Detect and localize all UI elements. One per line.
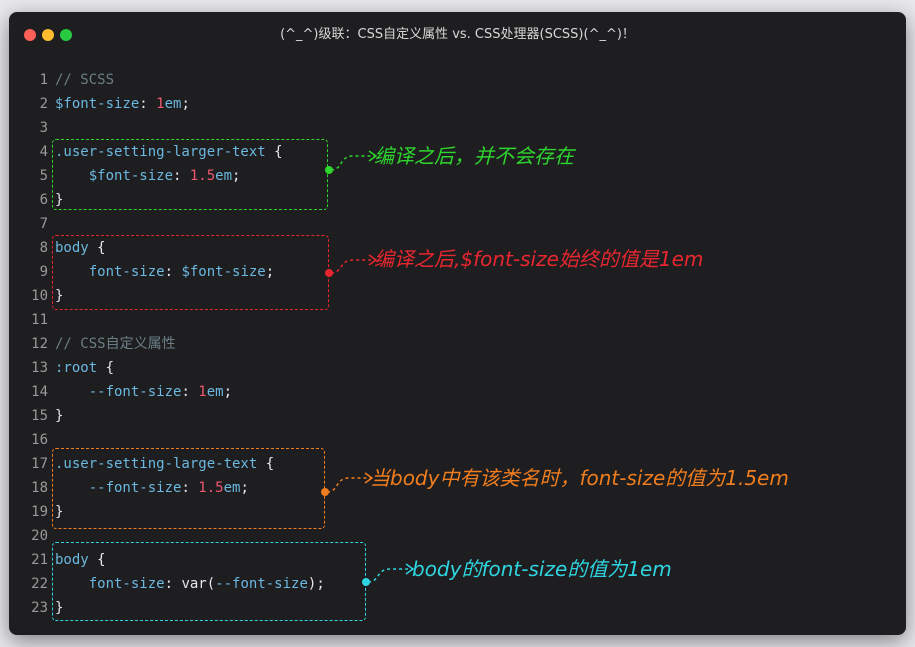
annotation-box-scss-body xyxy=(52,235,329,310)
line-number: 21 xyxy=(31,552,48,568)
line-number: 3 xyxy=(39,120,48,136)
code-text: // SCSS xyxy=(55,68,114,92)
line-number: 11 xyxy=(31,312,48,328)
title-bar: (^_^)级联：CSS自定义属性 vs. CSS处理器(SCSS)(^_^)！ xyxy=(9,12,906,58)
code-token: // SCSS xyxy=(55,72,115,88)
line-number: 19 xyxy=(31,504,48,520)
line-number: 17 xyxy=(31,456,48,472)
code-token: $font-size xyxy=(55,96,140,112)
line-number: 4 xyxy=(39,144,48,160)
code-text: --font-size: 1em; xyxy=(55,380,232,404)
annotation-note-green: 编译之后，并不会存在 xyxy=(374,144,574,168)
annotation-arrow-red xyxy=(330,254,378,274)
line-number: 16 xyxy=(31,432,48,448)
annotation-box-css-class xyxy=(52,448,325,529)
annotation-box-css-body xyxy=(52,542,366,621)
code-token: ; xyxy=(181,96,190,112)
annotation-note-orange: 当body中有该类名时，font-size的值为1.5em xyxy=(370,466,789,490)
annotation-note-red: 编译之后,$font-size始终的值是1em xyxy=(374,247,704,271)
annotation-arrow-orange xyxy=(326,472,374,493)
annotation-box-scss-class xyxy=(52,139,328,210)
code-text: :root { xyxy=(55,356,114,380)
code-text: // CSS自定义属性 xyxy=(55,332,176,356)
code-token: : xyxy=(139,96,157,112)
annotation-note-cyan: body的font-size的值为1em xyxy=(412,557,672,581)
code-token: ; xyxy=(223,384,233,400)
code-token: : xyxy=(181,384,199,400)
line-number: 2 xyxy=(39,96,48,112)
line-number: 9 xyxy=(39,264,48,280)
window-title: (^_^)级联：CSS自定义属性 vs. CSS处理器(SCSS)(^_^)！ xyxy=(280,27,635,42)
code-token: :root xyxy=(55,360,98,376)
editor-window: (^_^)级联：CSS自定义属性 vs. CSS处理器(SCSS)(^_^)！ … xyxy=(9,12,906,635)
code-token: 1 xyxy=(198,384,207,400)
line-number: 6 xyxy=(39,192,48,208)
line-number: 10 xyxy=(31,288,48,304)
code-token: em xyxy=(206,384,224,400)
line-number: 8 xyxy=(39,240,48,256)
annotation-arrow-green xyxy=(330,150,378,171)
code-token: } xyxy=(55,408,64,424)
annotation-arrow-cyan xyxy=(367,563,415,583)
line-number: 20 xyxy=(31,528,48,544)
line-number: 15 xyxy=(31,408,48,424)
line-number: 13 xyxy=(31,360,48,376)
code-token: em xyxy=(164,96,182,112)
line-number: 1 xyxy=(39,72,48,88)
line-number: 12 xyxy=(31,336,48,352)
line-number: 5 xyxy=(39,168,48,184)
line-number: 23 xyxy=(31,600,48,616)
code-text: $font-size: 1em; xyxy=(55,92,190,116)
line-number: 14 xyxy=(31,384,48,400)
code-token: --font-size xyxy=(88,384,182,400)
code-text: } xyxy=(55,404,63,428)
line-number: 18 xyxy=(31,480,48,496)
code-token: // CSS自定义属性 xyxy=(55,336,176,352)
line-number: 7 xyxy=(39,216,48,232)
code-token: { xyxy=(97,360,115,376)
line-number: 22 xyxy=(31,576,48,592)
code-token: 1 xyxy=(156,96,165,112)
